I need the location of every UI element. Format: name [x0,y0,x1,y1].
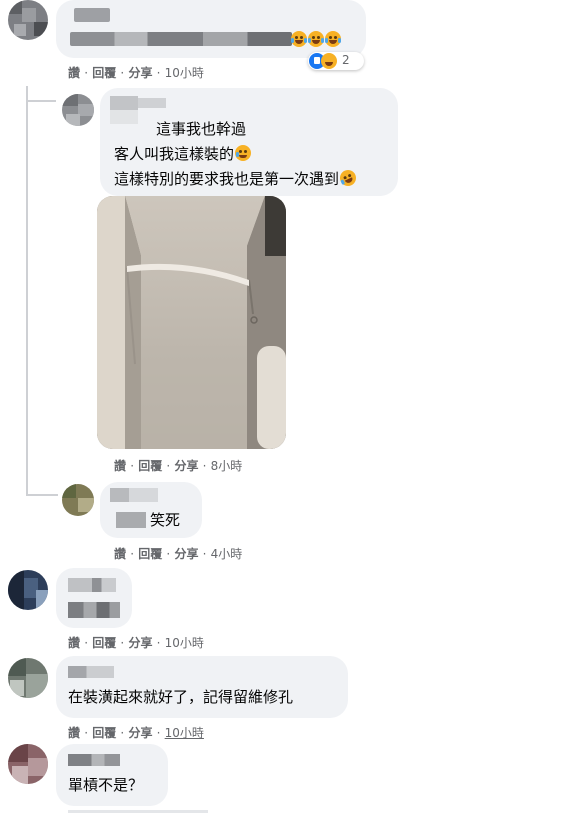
comment-bubble: 笑死 [100,482,202,538]
laughing-tears-emoji [308,31,324,47]
reply-connector [26,100,56,102]
share-link[interactable]: 分享 [128,636,152,650]
author-name-blurred[interactable] [110,488,158,502]
closet-photo [97,196,286,449]
reply-connector [26,494,58,496]
reply-link[interactable]: 回覆 [138,547,162,561]
reply-link[interactable]: 回覆 [92,636,116,650]
author-name-blurred[interactable] [74,8,110,22]
reply-link[interactable]: 回覆 [92,66,116,80]
rolling-laughing-emoji [337,167,359,189]
like-link[interactable]: 讚 [68,66,80,80]
comment-actions: 讚 · 回覆 · 分享 · 10小時 [68,726,204,740]
author-name-blurred[interactable] [68,754,120,766]
comment-bubble [56,568,132,628]
avatar[interactable] [8,744,48,784]
comment-actions: 讚 · 回覆 · 分享 · 4小時 [114,547,243,561]
reply-link[interactable]: 回覆 [92,726,116,740]
crying-emoji [235,145,252,161]
like-link[interactable]: 讚 [114,459,126,473]
share-link[interactable]: 分享 [128,726,152,740]
reaction-count: 2 [342,53,350,67]
timestamp-link[interactable]: 4小時 [211,547,243,561]
comment-text-blurred [68,602,120,618]
share-link[interactable]: 分享 [174,547,198,561]
reply-link[interactable]: 回覆 [138,459,162,473]
avatar[interactable] [62,484,94,516]
comment-actions: 讚 · 回覆 · 分享 · 10小時 [68,636,204,650]
like-link[interactable]: 讚 [68,636,80,650]
comment-photo[interactable] [97,196,286,449]
laughing-tears-emoji [291,31,307,47]
comment-bubble: 在裝潢起來就好了，記得留維修孔 [56,656,348,718]
share-link[interactable]: 分享 [174,459,198,473]
comment-text: 笑死 [150,511,181,529]
share-link[interactable]: 分享 [128,66,152,80]
avatar[interactable] [62,94,94,126]
comment-text-blurred [70,32,292,46]
avatar[interactable] [8,570,48,610]
author-name-blurred[interactable] [110,96,138,124]
comment-text: 單槓不是？ [68,776,144,794]
timestamp-link[interactable]: 10小時 [165,726,204,740]
comment-line-2: 客人叫我這樣裝的 [114,143,252,165]
timestamp-link[interactable]: 10小時 [165,636,204,650]
reaction-summary[interactable]: 2 [308,52,364,70]
haha-icon [321,53,337,69]
reply-thread-line [26,86,28,496]
author-name-blurred[interactable] [68,578,116,592]
like-link[interactable]: 讚 [114,547,126,561]
comment-line-3: 這樣特別的要求我也是第一次遇到 [114,167,359,190]
avatar[interactable] [8,658,48,698]
laughing-tears-emoji [325,31,341,47]
comment-text: 在裝潢起來就好了，記得留維修孔 [68,688,294,706]
avatar[interactable] [8,0,48,40]
author-name-blurred[interactable] [68,666,114,678]
comment-bubble [56,0,366,58]
comment-bubble: 這事我也幹過 客人叫我這樣裝的 這樣特別的要求我也是第一次遇到 [100,88,398,196]
comment-line-1: 這事我也幹過 [156,120,247,138]
comment-actions: 讚 · 回覆 · 分享 · 10小時 [68,66,204,80]
timestamp-link[interactable]: 8小時 [211,459,243,473]
like-link[interactable]: 讚 [68,726,80,740]
timestamp-link[interactable]: 10小時 [165,66,204,80]
comment-actions: 讚 · 回覆 · 分享 · 8小時 [114,459,243,473]
comment-bubble: 單槓不是？ [56,744,168,806]
